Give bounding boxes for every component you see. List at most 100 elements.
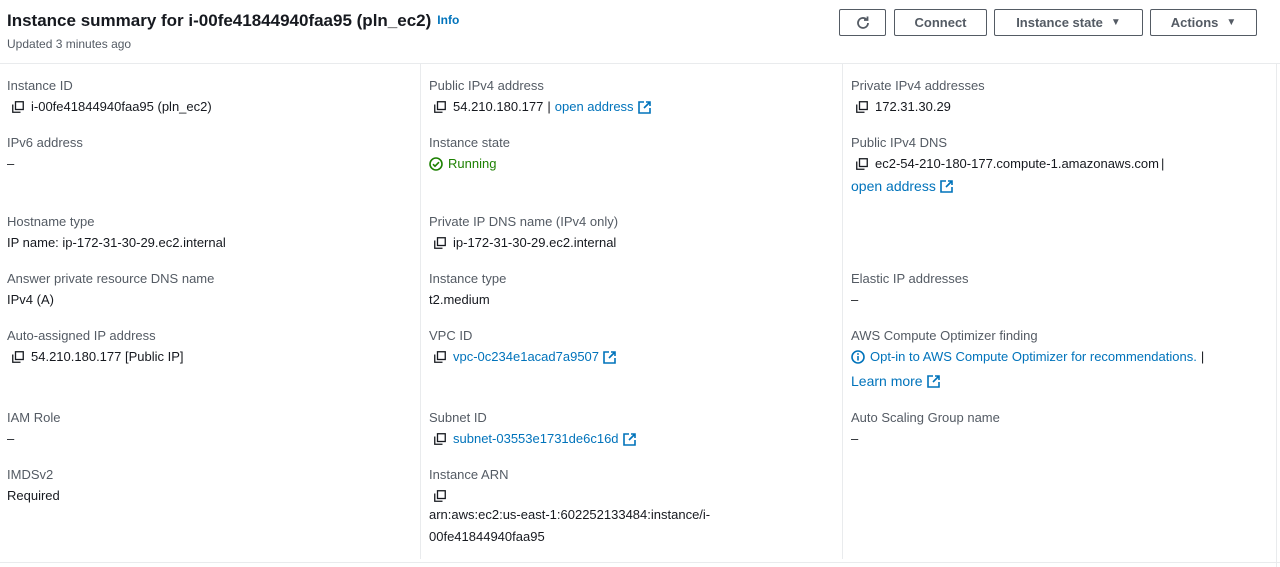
open-address-link[interactable]: open address: [555, 99, 634, 115]
instance-state-value: Running: [448, 156, 497, 171]
field-public-ipv4: Public IPv4 address 54.210.180.177 | ope…: [429, 78, 651, 115]
panel-border: [0, 562, 1280, 563]
field-vpc-id: VPC ID vpc-0c234e1acad7a9507: [429, 328, 616, 365]
actions-label: Actions: [1170, 15, 1219, 30]
check-circle-icon: [429, 157, 443, 171]
field-elastic-ip: Elastic IP addresses –: [851, 271, 969, 308]
field-label: Instance ID: [7, 78, 73, 93]
copy-icon[interactable]: [434, 490, 446, 502]
field-label: VPC ID: [429, 328, 473, 343]
panel-border: [1276, 64, 1277, 567]
info-link[interactable]: Info: [437, 13, 459, 27]
vpc-id-link[interactable]: vpc-0c234e1acad7a9507: [453, 349, 599, 365]
field-label: Hostname type: [7, 214, 95, 229]
field-value: Opt-in to AWS Compute Optimizer for reco…: [851, 349, 1208, 365]
field-label: Auto-assigned IP address: [7, 328, 156, 343]
page-title: Instance summary for i-00fe41844940faa95…: [7, 11, 459, 31]
field-label: Subnet ID: [429, 410, 487, 425]
field-label: Instance ARN: [429, 467, 509, 482]
public-ipv4-value: 54.210.180.177: [453, 99, 544, 114]
subnet-id-link[interactable]: subnet-03553e1731de6c16d: [453, 431, 619, 447]
external-link-icon[interactable]: [926, 374, 940, 388]
field-label: Public IPv4 DNS: [851, 135, 948, 150]
field-value: vpc-0c234e1acad7a9507: [429, 349, 616, 365]
field-imdsv2: IMDSv2 Required: [7, 467, 60, 504]
copy-icon[interactable]: [12, 101, 24, 113]
field-label: Instance state: [429, 135, 510, 150]
info-circle-icon: [851, 350, 865, 364]
field-value: ip-172-31-30-29.ec2.internal: [429, 235, 618, 251]
instance-state-button[interactable]: Instance state ▼: [994, 9, 1143, 36]
field-ipv6: IPv6 address –: [7, 135, 83, 172]
field-value: ec2-54-210-180-177.compute-1.amazonaws.c…: [851, 156, 1168, 172]
field-instance-type: Instance type t2.medium: [429, 271, 506, 308]
field-value: 54.210.180.177 [Public IP]: [7, 349, 184, 365]
private-dns-value: ip-172-31-30-29.ec2.internal: [453, 235, 617, 250]
arn-value-line1: arn:aws:ec2:us-east-1:602252133484:insta…: [429, 507, 711, 522]
field-label: Instance type: [429, 271, 507, 286]
field-compute-optimizer: AWS Compute Optimizer finding Opt-in to …: [851, 328, 1208, 389]
field-hostname-type: Hostname type IP name: ip-172-31-30-29.e…: [7, 214, 226, 251]
field-value: IP name: ip-172-31-30-29.ec2.internal: [7, 235, 226, 250]
field-asg-name: Auto Scaling Group name –: [851, 410, 1000, 447]
connect-button[interactable]: Connect: [894, 9, 987, 36]
field-value: t2.medium: [429, 292, 490, 307]
copy-icon[interactable]: [434, 101, 446, 113]
separator: |: [1161, 156, 1165, 171]
optimizer-opt-in-link[interactable]: Opt-in to AWS Compute Optimizer for reco…: [870, 349, 1197, 365]
field-value: –: [851, 431, 859, 446]
instance-state-label: Instance state: [1016, 15, 1103, 30]
field-label: Elastic IP addresses: [851, 271, 969, 286]
open-address-link[interactable]: open address: [851, 178, 936, 194]
refresh-icon: [856, 16, 869, 29]
actions-button[interactable]: Actions ▼: [1150, 9, 1257, 36]
external-link-icon[interactable]: [603, 350, 616, 364]
field-label: AWS Compute Optimizer finding: [851, 328, 1038, 343]
field-value-line2: Learn more: [851, 373, 1208, 389]
field-instance-state: Instance state Running: [429, 135, 510, 172]
column-divider: [842, 64, 843, 559]
field-private-ipv4: Private IPv4 addresses 172.31.30.29: [851, 78, 985, 115]
learn-more-link[interactable]: Learn more: [851, 373, 923, 389]
field-label: Private IP DNS name (IPv4 only): [429, 214, 619, 229]
field-value: subnet-03553e1731de6c16d: [429, 431, 636, 447]
field-subnet-id: Subnet ID subnet-03553e1731de6c16d: [429, 410, 636, 447]
copy-icon[interactable]: [434, 351, 446, 363]
field-label: Auto Scaling Group name: [851, 410, 1000, 425]
field-public-dns: Public IPv4 DNS ec2-54-210-180-177.compu…: [851, 135, 1168, 194]
caret-down-icon: ▼: [1110, 17, 1121, 28]
copy-icon[interactable]: [12, 351, 24, 363]
copy-icon[interactable]: [434, 433, 446, 445]
separator: |: [547, 99, 551, 114]
external-link-icon[interactable]: [940, 179, 953, 193]
field-label: IMDSv2: [7, 467, 54, 482]
public-dns-value: ec2-54-210-180-177.compute-1.amazonaws.c…: [875, 156, 1159, 171]
copy-icon[interactable]: [856, 158, 868, 170]
field-label: IAM Role: [7, 410, 61, 425]
field-value: 54.210.180.177 | open address: [429, 99, 651, 115]
refresh-button[interactable]: [839, 9, 886, 36]
field-value: 172.31.30.29: [851, 99, 985, 115]
field-value: Required: [7, 488, 60, 503]
page-title-text: Instance summary for i-00fe41844940faa95…: [7, 11, 432, 30]
field-answer-dns: Answer private resource DNS name IPv4 (A…: [7, 271, 214, 308]
copy-icon[interactable]: [856, 101, 868, 113]
private-ipv4-value: 172.31.30.29: [875, 99, 951, 114]
field-value: [429, 490, 710, 502]
copy-icon[interactable]: [434, 237, 446, 249]
field-value: i-00fe41844940faa95 (pln_ec2): [7, 99, 212, 115]
field-value: IPv4 (A): [7, 292, 54, 307]
auto-ip-value: 54.210.180.177 [Public IP]: [31, 349, 184, 364]
field-label: Private IPv4 addresses: [851, 78, 985, 93]
external-link-icon[interactable]: [622, 432, 636, 446]
field-instance-id: Instance ID i-00fe41844940faa95 (pln_ec2…: [7, 78, 212, 115]
field-iam-role: IAM Role –: [7, 410, 60, 447]
arn-value-line2: 00fe41844940faa95: [429, 529, 545, 544]
field-value: –: [851, 292, 859, 307]
external-link-icon[interactable]: [637, 100, 651, 114]
connect-label: Connect: [914, 15, 967, 30]
field-label: IPv6 address: [7, 135, 83, 150]
page-header: Instance summary for i-00fe41844940faa95…: [0, 0, 1280, 64]
separator: |: [1200, 349, 1205, 364]
caret-down-icon: ▼: [1226, 17, 1237, 28]
